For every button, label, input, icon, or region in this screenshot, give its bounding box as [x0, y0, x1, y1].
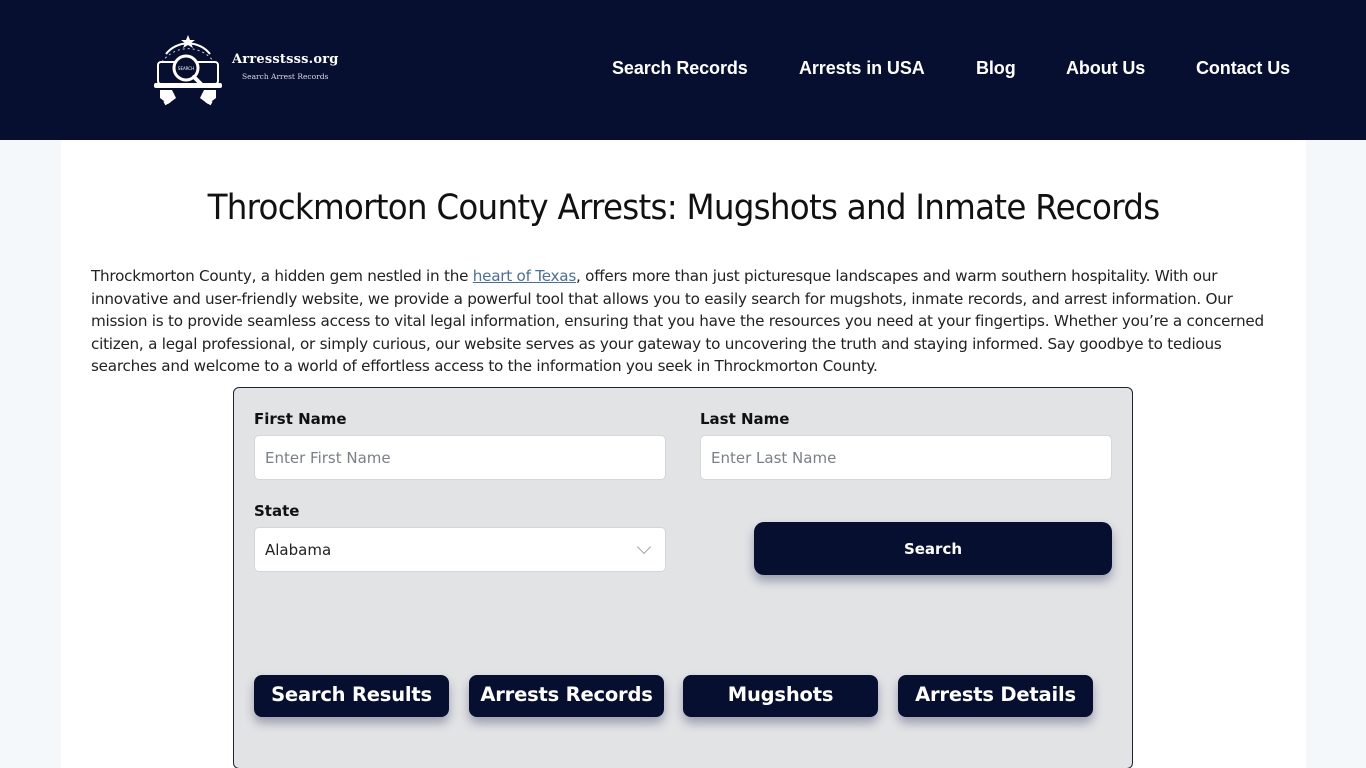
state-label: State [254, 502, 300, 520]
search-form: First Name Last Name State Alabama Searc… [233, 387, 1133, 768]
site-header: SEARCH Arresstsss.org Search Arrest Reco… [0, 0, 1366, 140]
main-content: Throckmorton County Arrests: Mugshots an… [61, 140, 1306, 768]
last-name-label: Last Name [700, 410, 790, 428]
page-title: Throckmorton County Arrests: Mugshots an… [207, 188, 1161, 228]
nav-contact-us[interactable]: Contact Us [1196, 58, 1290, 79]
main-nav: Search Records Arrests in USA Blog About… [0, 58, 1366, 82]
first-name-input[interactable] [254, 435, 666, 480]
nav-about-us[interactable]: About Us [1066, 58, 1145, 79]
arrests-details-button[interactable]: Arrests Details [898, 675, 1093, 717]
state-select[interactable]: Alabama [254, 527, 666, 572]
search-results-button[interactable]: Search Results [254, 675, 449, 717]
state-selected-value: Alabama [265, 540, 332, 559]
heart-of-texas-link[interactable]: heart of Texas [473, 267, 577, 285]
intro-paragraph: Throckmorton County, a hidden gem nestle… [91, 265, 1281, 378]
mugshots-button[interactable]: Mugshots [683, 675, 878, 717]
chevron-down-icon [636, 539, 652, 555]
nav-search-records[interactable]: Search Records [612, 58, 748, 79]
search-button[interactable]: Search [754, 522, 1112, 575]
last-name-input[interactable] [700, 435, 1112, 480]
nav-arrests-in-usa[interactable]: Arrests in USA [799, 58, 925, 79]
first-name-label: First Name [254, 410, 347, 428]
arrests-records-button[interactable]: Arrests Records [469, 675, 664, 717]
intro-text-before: Throckmorton County, a hidden gem nestle… [91, 267, 473, 285]
nav-blog[interactable]: Blog [976, 58, 1016, 79]
